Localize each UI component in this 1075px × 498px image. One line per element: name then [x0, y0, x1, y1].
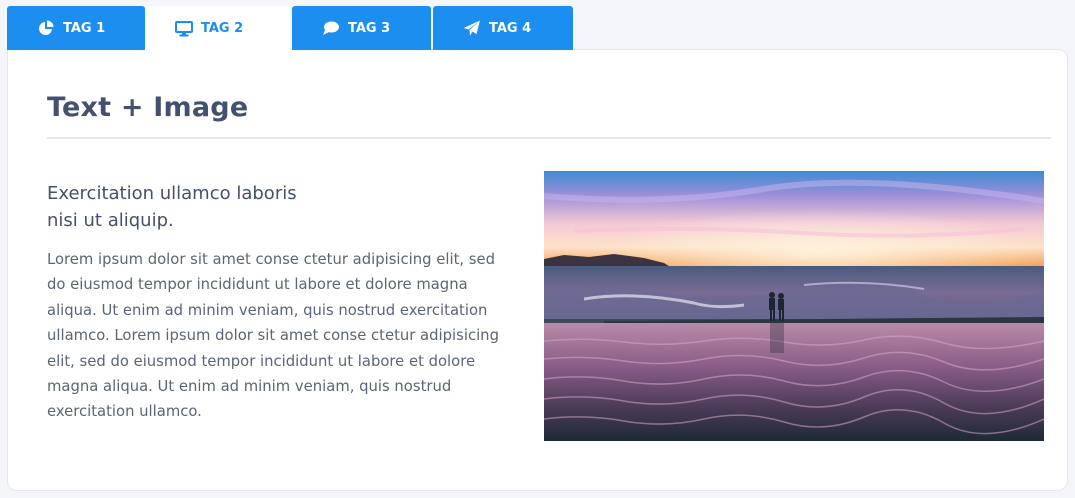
paper-plane-icon	[463, 19, 481, 37]
content-panel: Text + Image Exercitation ullamco labori…	[7, 49, 1068, 491]
monitor-icon	[175, 20, 193, 38]
tab-bar: TAG 1 TAG 2 TAG 3 TAG 4	[7, 6, 573, 51]
tab-3-label: TAG 3	[348, 20, 391, 36]
speech-bubble-icon	[322, 19, 340, 37]
pie-chart-icon	[37, 19, 55, 37]
tab-4-label: TAG 4	[489, 20, 532, 36]
content-paragraph: Lorem ipsum dolor sit amet conse ctetur …	[47, 251, 499, 421]
tab-4[interactable]: TAG 4	[433, 6, 573, 50]
title-divider	[47, 137, 1051, 139]
tab-3[interactable]: TAG 3	[292, 6, 431, 50]
sunset-beach-photo	[544, 171, 1044, 441]
content-subtitle: Exercitation ullamco laboris nisi ut ali…	[47, 183, 297, 231]
tab-1[interactable]: TAG 1	[7, 6, 145, 50]
tab-1-label: TAG 1	[63, 20, 106, 36]
tab-2-label: TAG 2	[201, 21, 244, 36]
tab-2[interactable]: TAG 2	[145, 6, 290, 51]
section-title: Text + Image	[47, 92, 249, 123]
